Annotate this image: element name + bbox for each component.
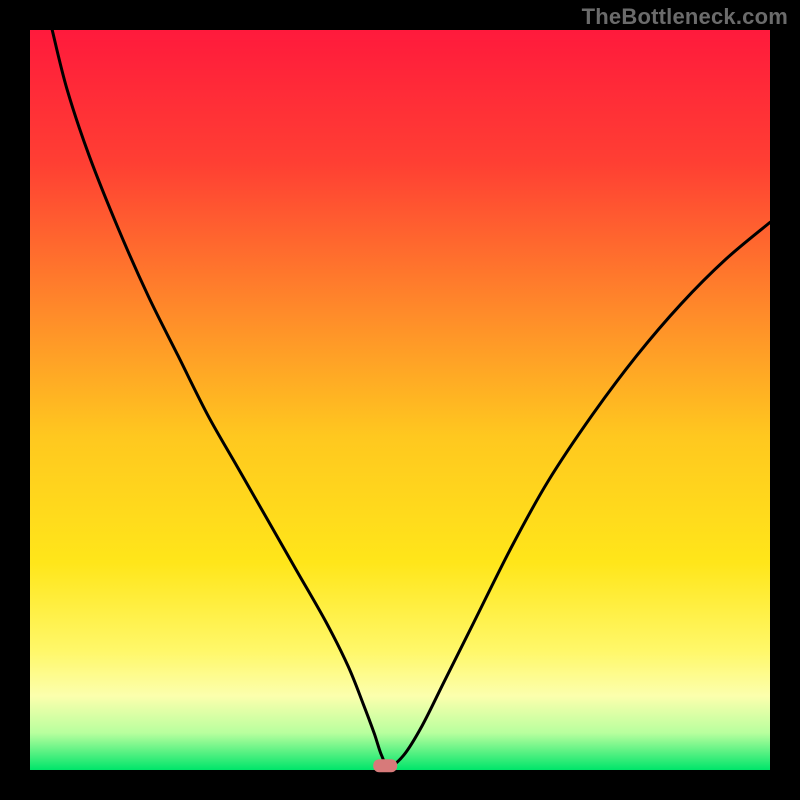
bottleneck-chart [0, 0, 800, 800]
watermark-text: TheBottleneck.com [582, 4, 788, 30]
min-marker [373, 759, 397, 772]
chart-frame: TheBottleneck.com [0, 0, 800, 800]
plot-area [30, 30, 770, 770]
